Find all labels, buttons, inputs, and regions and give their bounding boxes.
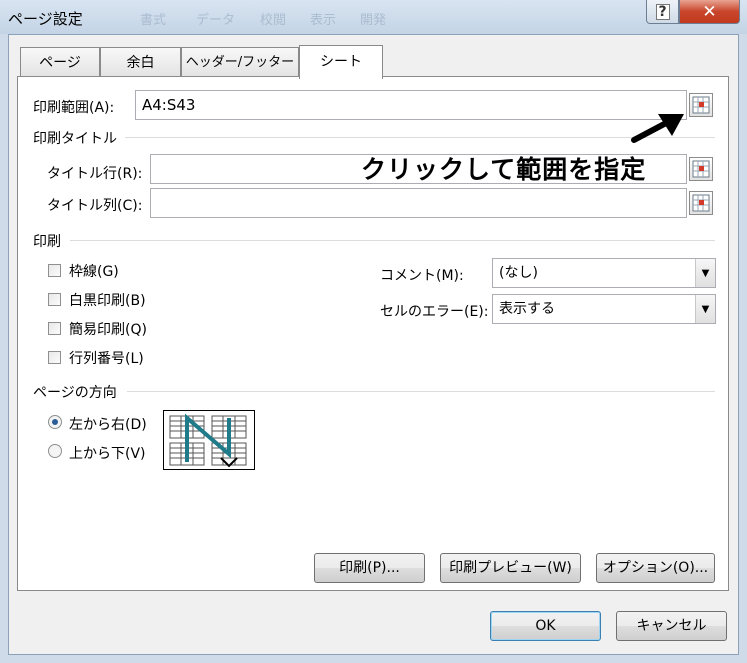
- title-cols-range-button[interactable]: [689, 191, 713, 215]
- print-titles-divider: [125, 137, 715, 138]
- row-col-headings-checkbox[interactable]: [48, 351, 61, 364]
- black-white-checkbox[interactable]: [48, 293, 61, 306]
- row-col-headings-label[interactable]: 行列番号(L): [69, 348, 144, 368]
- cell-errors-select[interactable]: 表示する ▼: [492, 294, 716, 324]
- ribbon-ghost-4: 表示: [310, 13, 337, 28]
- close-icon: ✕: [702, 1, 717, 22]
- tab-sheet[interactable]: シート: [299, 45, 383, 79]
- tab-margins[interactable]: 余白: [100, 47, 181, 77]
- ribbon-ghost-5: 開発: [360, 13, 387, 28]
- ribbon-ghost-2: データ: [196, 13, 236, 28]
- help-button[interactable]: ?: [646, 0, 679, 24]
- chevron-down-icon[interactable]: ▼: [695, 295, 715, 323]
- close-button[interactable]: ✕: [679, 0, 740, 24]
- annotation-arrow-icon: [631, 114, 684, 143]
- print-group-label: 印刷: [33, 234, 61, 250]
- range-select-icon: [692, 96, 710, 114]
- ribbon-ghost-1: 書式: [140, 13, 167, 28]
- print-area-range-button[interactable]: [689, 93, 713, 117]
- print-preview-button[interactable]: 印刷プレビュー(W): [440, 553, 581, 583]
- tab-header-footer[interactable]: ヘッダー/フッター: [181, 47, 299, 77]
- top-to-bottom-radio[interactable]: [48, 444, 62, 458]
- title-rows-range-button[interactable]: [689, 157, 713, 181]
- top-to-bottom-label[interactable]: 上から下(V): [69, 443, 146, 463]
- gridlines-checkbox[interactable]: [48, 264, 61, 277]
- comments-select[interactable]: (なし) ▼: [492, 258, 716, 288]
- print-area-input[interactable]: A4:S43: [135, 90, 687, 120]
- comments-value: (なし): [499, 265, 538, 281]
- title-bar: ページ設定 書式 データ 校閲 表示 開発 ? ✕: [0, 0, 747, 34]
- ok-button[interactable]: OK: [490, 611, 601, 641]
- gridlines-label[interactable]: 枠線(G): [69, 261, 119, 281]
- cancel-button[interactable]: キャンセル: [616, 611, 727, 641]
- draft-quality-label[interactable]: 簡易印刷(Q): [69, 319, 147, 339]
- left-to-right-label[interactable]: 左から右(D): [69, 414, 147, 434]
- draft-quality-checkbox[interactable]: [48, 322, 61, 335]
- page-order-preview-icon: [163, 410, 255, 470]
- cell-errors-label: セルのエラー(E):: [380, 304, 489, 320]
- help-icon: ?: [655, 3, 670, 20]
- page-order-group-label: ページの方向: [33, 385, 117, 401]
- title-cols-input[interactable]: [150, 188, 687, 218]
- black-white-label[interactable]: 白黒印刷(B): [69, 290, 146, 310]
- options-button[interactable]: オプション(O)...: [596, 553, 715, 583]
- title-rows-label: タイトル行(R):: [47, 166, 143, 182]
- print-divider: [70, 240, 715, 241]
- title-cols-label: タイトル列(C):: [47, 198, 143, 214]
- annotation-text: クリックして範囲を指定: [361, 155, 647, 184]
- print-titles-group-label: 印刷タイトル: [33, 131, 117, 147]
- dialog-title: ページ設定: [8, 10, 83, 28]
- left-to-right-radio[interactable]: [48, 415, 62, 429]
- page-order-divider: [127, 391, 715, 392]
- tab-page[interactable]: ページ: [20, 47, 100, 77]
- range-select-icon: [692, 160, 710, 178]
- chevron-down-icon[interactable]: ▼: [695, 259, 715, 287]
- cell-errors-value: 表示する: [499, 301, 555, 317]
- print-button[interactable]: 印刷(P)...: [314, 553, 425, 583]
- print-area-label: 印刷範囲(A):: [33, 100, 115, 116]
- ribbon-ghost-3: 校閲: [260, 13, 287, 28]
- comments-label: コメント(M):: [380, 268, 464, 284]
- range-select-icon: [692, 194, 710, 212]
